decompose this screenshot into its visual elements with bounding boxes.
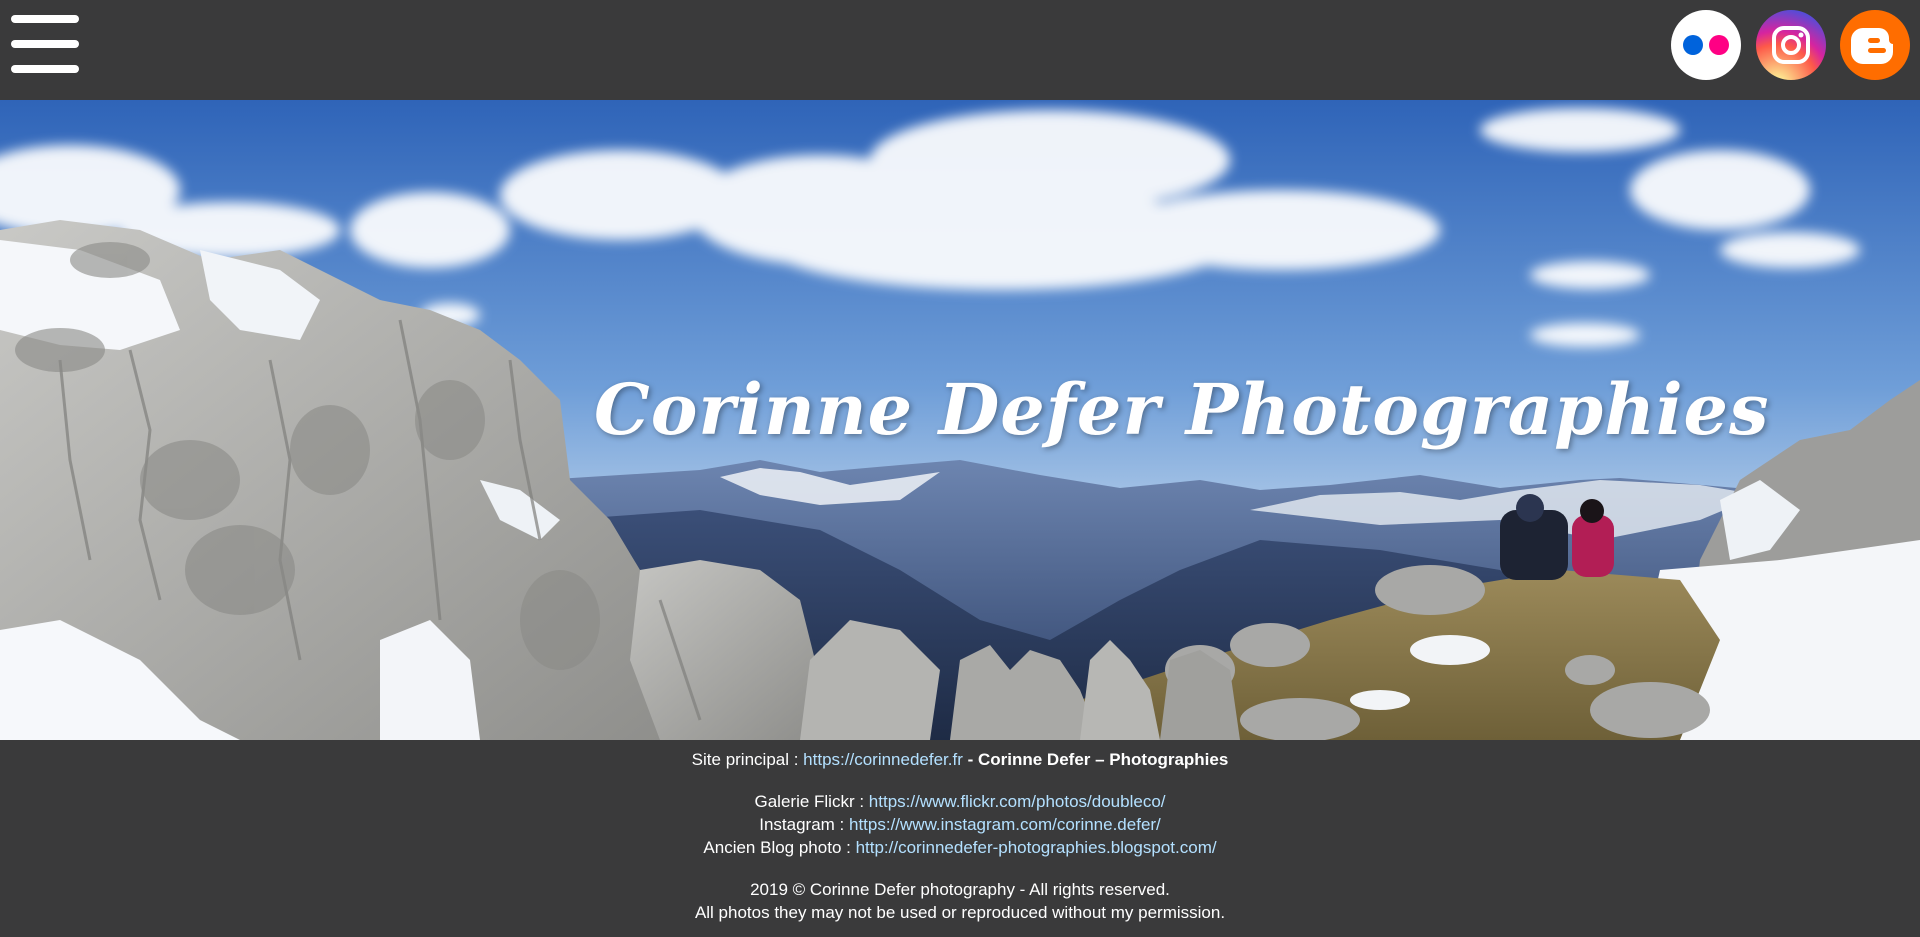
hero-banner: Corinne Defer Photographies [0,100,1920,740]
copyright: 2019 © Corinne Defer photography - All r… [750,880,1170,899]
instagram-label: Instagram : [759,815,849,834]
instagram-link[interactable]: https://www.instagram.com/corinne.defer/ [849,815,1161,834]
blog-line: Ancien Blog photo : http://corinnedefer-… [0,837,1920,859]
site-title: Corinne Defer Photographies [594,368,1770,451]
usage-notice: All photos they may not be used or repro… [694,903,1226,922]
blogger-icon[interactable] [1840,10,1910,80]
blog-link[interactable]: http://corinnedefer-photographies.blogsp… [856,838,1217,857]
site-label: Site principal : [691,750,804,769]
instagram-icon[interactable] [1756,10,1826,80]
flickr-link[interactable]: https://www.flickr.com/photos/doubleco/ [869,792,1166,811]
instagram-line: Instagram : https://www.instagram.com/co… [0,814,1920,836]
flickr-icon[interactable] [1671,10,1741,80]
top-bar [0,0,1920,100]
main-site-link[interactable]: https://corinnedefer.fr [803,750,963,769]
hamburger-menu-icon[interactable] [11,15,79,73]
flickr-label: Galerie Flickr : [754,792,869,811]
flickr-line: Galerie Flickr : https://www.flickr.com/… [0,791,1920,813]
main-site-line: Site principal : https://corinnedefer.fr… [0,749,1920,771]
footer: Site principal : https://corinnedefer.fr… [0,740,1920,937]
site-name: Corinne Defer – Photographies [977,750,1229,769]
site-separator: - [962,750,978,769]
blog-label: Ancien Blog photo : [703,838,856,857]
